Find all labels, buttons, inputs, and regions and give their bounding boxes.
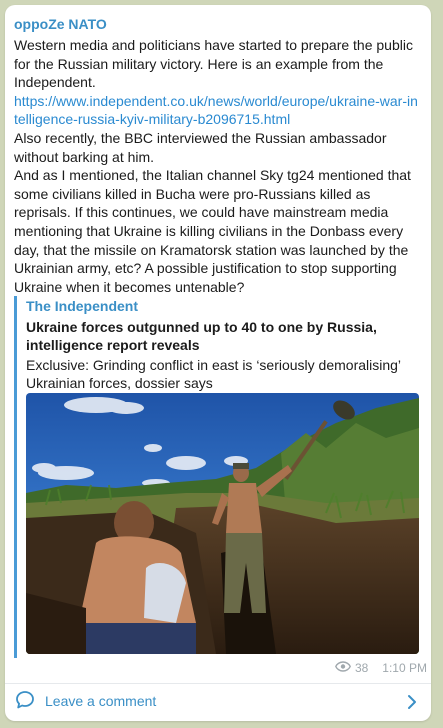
message-meta: 38 1:10 PM — [334, 661, 427, 675]
message-paragraph-3: And as I mentioned, the Italian channel … — [14, 167, 411, 295]
eye-icon — [334, 661, 351, 675]
message-paragraph-1: Western media and politicians have start… — [14, 37, 413, 91]
preview-image[interactable] — [26, 393, 419, 654]
preview-title: Ukraine forces outgunned up to 40 to one… — [26, 319, 377, 353]
message-text: Western media and politicians have start… — [14, 36, 419, 296]
message-time: 1:10 PM — [382, 661, 427, 675]
preview-site-name: The Independent — [26, 298, 138, 314]
channel-name[interactable]: oppoZe NATO — [14, 16, 107, 32]
comment-icon — [14, 689, 36, 716]
chevron-right-icon — [406, 692, 418, 717]
message-link[interactable]: https://www.independent.co.uk/news/world… — [14, 93, 418, 128]
preview-description: Exclusive: Grinding conflict in east is … — [26, 357, 401, 391]
leave-comment-button[interactable]: Leave a comment — [5, 684, 431, 720]
message-paragraph-2: Also recently, the BBC interviewed the R… — [14, 129, 387, 165]
view-count: 38 — [354, 661, 369, 675]
leave-comment-label: Leave a comment — [45, 693, 157, 709]
